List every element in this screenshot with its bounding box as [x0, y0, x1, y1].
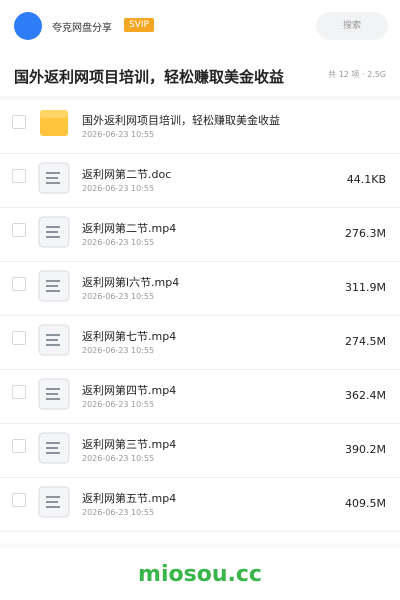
file-date: 2026-06-23 10:55	[82, 130, 155, 139]
file-date: 2026-06-23 10:55	[82, 238, 155, 247]
row-checkbox[interactable]	[12, 439, 26, 453]
top-bar: 夸克网盘分享 SVIP 搜索	[0, 0, 400, 52]
file-date: 2026-06-23 10:55	[82, 184, 155, 193]
document-icon	[38, 324, 70, 356]
file-date: 2026-06-23 10:55	[82, 292, 155, 301]
folder-meta: 共 12 项 · 2.5G	[328, 70, 386, 79]
row-checkbox[interactable]	[12, 493, 26, 507]
row-checkbox[interactable]	[12, 331, 26, 345]
file-name: 返利网第四节.mp4	[82, 384, 177, 397]
list-item[interactable]: 国外返利网项目培训，轻松赚取美金收益 2026-06-23 10:55	[0, 100, 400, 154]
avatar[interactable]	[14, 12, 42, 40]
file-date: 2026-06-23 10:55	[82, 454, 155, 463]
brand-name: 夸克网盘分享	[52, 23, 112, 34]
file-size: 409.5M	[345, 497, 386, 510]
page-title: 国外返利网项目培训，轻松赚取美金收益	[14, 68, 285, 86]
file-date: 2026-06-23 10:55	[82, 346, 155, 355]
document-icon	[38, 432, 70, 464]
svip-badge: SVIP	[124, 18, 154, 32]
list-item[interactable]: 返利网第l六节.mp4 2026-06-23 10:55 311.9M	[0, 262, 400, 316]
file-name: 返利网第五节.mp4	[82, 492, 177, 505]
document-icon	[38, 486, 70, 518]
file-size: 44.1KB	[346, 173, 386, 186]
file-size: 274.5M	[345, 335, 386, 348]
document-icon	[38, 270, 70, 302]
file-name: 返利网第三节.mp4	[82, 438, 177, 451]
list-item[interactable]: 返利网第四节.mp4 2026-06-23 10:55 362.4M	[0, 370, 400, 424]
document-icon	[38, 378, 70, 410]
file-date: 2026-06-23 10:55	[82, 400, 155, 409]
file-name: 返利网第七节.mp4	[82, 330, 177, 343]
folder-header: 国外返利网项目培训，轻松赚取美金收益 共 12 项 · 2.5G	[0, 52, 400, 96]
file-size: 276.3M	[345, 227, 386, 240]
row-checkbox[interactable]	[12, 115, 26, 129]
row-checkbox[interactable]	[12, 385, 26, 399]
folder-icon	[40, 110, 68, 136]
list-item[interactable]: 返利网第二节.mp4 2026-06-23 10:55 276.3M	[0, 208, 400, 262]
list-item[interactable]: 返利网第七节.mp4 2026-06-23 10:55 274.5M	[0, 316, 400, 370]
document-icon	[38, 216, 70, 248]
file-list: 国外返利网项目培训，轻松赚取美金收益 2026-06-23 10:55 返利网第…	[0, 100, 400, 532]
list-item[interactable]: 返利网第五节.mp4 2026-06-23 10:55 409.5M	[0, 478, 400, 532]
row-checkbox[interactable]	[12, 169, 26, 183]
footer: miosou.cc	[0, 548, 400, 600]
list-item[interactable]: 返利网第三节.mp4 2026-06-23 10:55 390.2M	[0, 424, 400, 478]
watermark-logo: miosou.cc	[138, 562, 262, 587]
file-size: 311.9M	[345, 281, 386, 294]
document-icon	[38, 162, 70, 194]
search-input[interactable]: 搜索	[316, 12, 388, 40]
file-name: 返利网第l六节.mp4	[82, 276, 180, 289]
row-checkbox[interactable]	[12, 277, 26, 291]
file-name: 国外返利网项目培训，轻松赚取美金收益	[82, 114, 280, 127]
file-size: 390.2M	[345, 443, 386, 456]
file-name: 返利网第二节.doc	[82, 168, 172, 181]
file-size: 362.4M	[345, 389, 386, 402]
list-item[interactable]: 返利网第二节.doc 2026-06-23 10:55 44.1KB	[0, 154, 400, 208]
file-date: 2026-06-23 10:55	[82, 508, 155, 517]
file-name: 返利网第二节.mp4	[82, 222, 177, 235]
row-checkbox[interactable]	[12, 223, 26, 237]
